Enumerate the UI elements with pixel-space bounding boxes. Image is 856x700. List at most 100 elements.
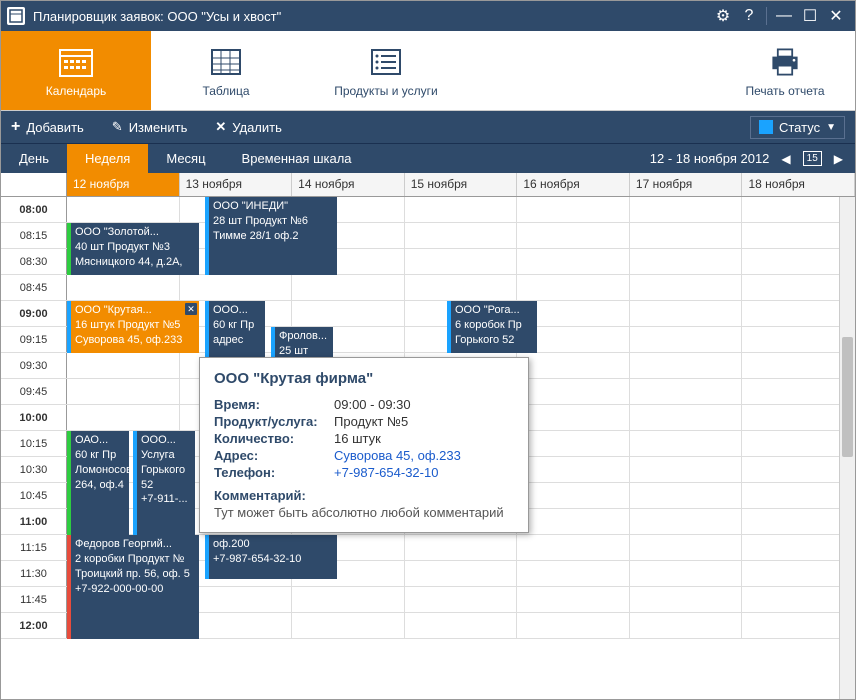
tab-products[interactable]: Продукты и услуги xyxy=(301,31,471,110)
event[interactable]: оф.200 +7-987-654-32-10 xyxy=(205,535,337,579)
tab-label: Продукты и услуги xyxy=(334,84,438,98)
day-header[interactable]: 17 ноября xyxy=(630,173,743,196)
event-detail: оф.200 xyxy=(213,537,333,552)
event-title: ООО... xyxy=(213,303,261,318)
vertical-scrollbar[interactable] xyxy=(839,197,855,699)
event-detail: 6 коробок Пр xyxy=(455,318,533,333)
time-label: 11:00 xyxy=(1,509,67,534)
day-header[interactable]: 16 ноября xyxy=(517,173,630,196)
time-label: 10:15 xyxy=(1,431,67,456)
event-title: ООО "Рога... xyxy=(455,303,533,318)
event-detail: Суворова 45, оф.233 xyxy=(75,333,195,348)
event-detail: Горького 52 xyxy=(455,333,533,348)
day-header[interactable]: 13 ноября xyxy=(180,173,293,196)
time-header xyxy=(1,173,67,196)
view-day[interactable]: День xyxy=(1,144,67,173)
tooltip-label: Телефон: xyxy=(214,465,334,480)
event-selected[interactable]: ✕ ООО "Крутая... 16 штук Продукт №5 Суво… xyxy=(67,301,199,353)
event-detail: 60 кг Пр xyxy=(213,318,261,333)
event-detail: 28 шт Продукт №6 xyxy=(213,214,333,229)
day-header-row: 12 ноября 13 ноября 14 ноября 15 ноября … xyxy=(1,173,855,197)
pencil-icon: ✎ xyxy=(112,119,123,135)
status-label: Статус xyxy=(779,120,820,135)
tooltip-value[interactable]: +7-987-654-32-10 xyxy=(334,465,438,480)
tooltip-label: Адрес: xyxy=(214,448,334,463)
status-dropdown[interactable]: Статус ▼ xyxy=(750,116,845,139)
time-label: 09:30 xyxy=(1,353,67,378)
edit-label: Изменить xyxy=(129,120,188,135)
view-bar: День Неделя Месяц Временная шкала 12 - 1… xyxy=(1,143,855,173)
event[interactable]: ООО "Золотой... 40 шт Продукт №3 Мясницк… xyxy=(67,223,199,275)
event-detail: Услуга xyxy=(141,448,191,463)
next-button[interactable]: ▶ xyxy=(828,152,849,166)
minimize-button[interactable]: — xyxy=(771,7,797,25)
event-title: Федоров Георгий... xyxy=(75,537,195,552)
settings-icon[interactable]: ⚙ xyxy=(710,6,736,26)
day-header[interactable]: 14 ноября xyxy=(292,173,405,196)
event[interactable]: ОАО... 60 кг Пр Ломоносова 264, оф.4 xyxy=(67,431,129,535)
tab-print[interactable]: Печать отчета xyxy=(715,31,855,110)
plus-icon: + xyxy=(11,118,20,136)
spacer xyxy=(471,31,715,110)
edit-button[interactable]: ✎ Изменить xyxy=(112,119,188,135)
close-button[interactable]: ✕ xyxy=(823,6,849,26)
event-detail: Мясницкого 44, д.2А, xyxy=(75,255,195,270)
time-label: 09:45 xyxy=(1,379,67,404)
close-icon[interactable]: ✕ xyxy=(185,303,197,315)
status-color-icon xyxy=(759,120,773,134)
tooltip-value: 09:00 - 09:30 xyxy=(334,397,411,412)
calendar-grid[interactable]: 08:0008:1508:3008:4509:0009:1509:3009:45… xyxy=(1,197,855,699)
print-icon xyxy=(767,44,803,80)
tooltip-title: ООО "Крутая фирма" xyxy=(214,370,514,387)
day-header[interactable]: 18 ноября xyxy=(742,173,855,196)
time-label: 10:30 xyxy=(1,457,67,482)
event[interactable]: ООО "ИНЕДИ" 28 шт Продукт №6 Тимме 28/1 … xyxy=(205,197,337,275)
date-range: 12 - 18 ноября 2012 ◀ 15 ▶ xyxy=(650,144,855,173)
chevron-down-icon: ▼ xyxy=(826,122,836,133)
time-label: 08:30 xyxy=(1,249,67,274)
event-detail: Троицкий пр. 56, оф. 5 xyxy=(75,567,195,582)
view-week[interactable]: Неделя xyxy=(67,144,148,173)
tab-label: Таблица xyxy=(202,84,249,98)
event-detail: Ломоносова 264, оф.4 xyxy=(75,463,125,493)
scrollbar-thumb[interactable] xyxy=(842,337,853,457)
prev-button[interactable]: ◀ xyxy=(775,152,796,166)
view-timeline[interactable]: Временная шкала xyxy=(224,144,370,173)
view-label: Месяц xyxy=(166,151,205,166)
view-month[interactable]: Месяц xyxy=(148,144,223,173)
delete-label: Удалить xyxy=(232,120,282,135)
day-header[interactable]: 12 ноября xyxy=(67,173,180,196)
calendar-icon xyxy=(58,44,94,80)
tab-label: Календарь xyxy=(46,84,107,98)
add-button[interactable]: + Добавить xyxy=(11,118,84,136)
tab-calendar[interactable]: Календарь xyxy=(1,31,151,110)
view-label: День xyxy=(19,151,49,166)
time-label: 12:00 xyxy=(1,613,67,638)
delete-button[interactable]: ✕Удалить xyxy=(215,119,282,135)
event[interactable]: ООО... Услуга Горького 52 +7-911-... xyxy=(133,431,195,535)
event[interactable]: ООО "Рога... 6 коробок Пр Горького 52 xyxy=(447,301,537,353)
event-title: ООО... xyxy=(141,433,191,448)
action-bar: + Добавить ✎ Изменить ✕Удалить Статус ▼ xyxy=(1,111,855,143)
tab-table[interactable]: Таблица xyxy=(151,31,301,110)
tooltip-value[interactable]: Суворова 45, оф.233 xyxy=(334,448,461,463)
event-detail: 16 штук Продукт №5 xyxy=(75,318,195,333)
tooltip-label: Количество: xyxy=(214,431,334,446)
tooltip-label: Время: xyxy=(214,397,334,412)
help-icon[interactable]: ? xyxy=(736,7,762,25)
tooltip-value: Продукт №5 xyxy=(334,414,408,429)
time-label: 09:15 xyxy=(1,327,67,352)
window-title: Планировщик заявок: ООО "Усы и хвост" xyxy=(33,9,710,24)
day-header[interactable]: 15 ноября xyxy=(405,173,518,196)
event-tooltip: ООО "Крутая фирма" Время:09:00 - 09:30 П… xyxy=(199,357,529,533)
maximize-button[interactable]: ☐ xyxy=(797,6,823,26)
view-label: Неделя xyxy=(85,151,130,166)
time-label: 10:00 xyxy=(1,405,67,430)
event-title: Фролов... xyxy=(279,329,329,344)
main-tabs: Календарь Таблица Продукты и услуги Печа… xyxy=(1,31,855,111)
event[interactable]: Федоров Георгий... 2 коробки Продукт № Т… xyxy=(67,535,199,639)
calendar-picker-icon[interactable]: 15 xyxy=(803,151,822,166)
add-label: Добавить xyxy=(26,120,83,135)
app-icon xyxy=(7,7,25,25)
tooltip-label: Комментарий: xyxy=(214,488,514,503)
